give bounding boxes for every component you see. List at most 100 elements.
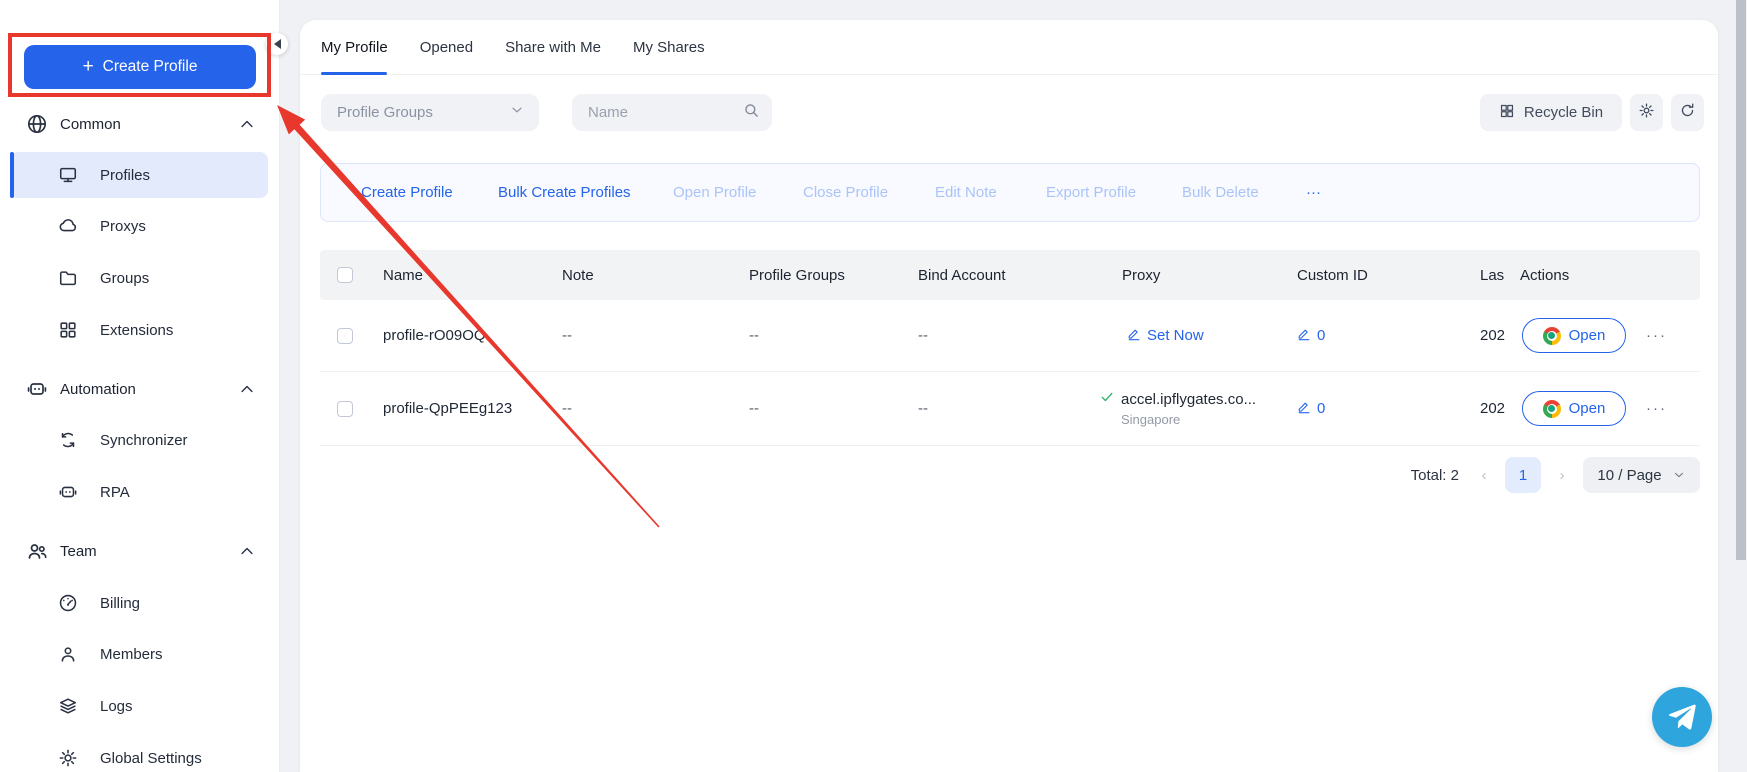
team-icon bbox=[26, 540, 48, 562]
active-tab-indicator bbox=[321, 72, 387, 75]
name-search-field bbox=[572, 94, 772, 131]
select-all-checkbox-cell bbox=[337, 250, 353, 300]
action-export-profile[interactable]: Export Profile bbox=[1046, 164, 1136, 221]
gear-icon bbox=[58, 748, 78, 768]
search-icon[interactable] bbox=[743, 102, 760, 124]
chevron-down-icon bbox=[509, 102, 525, 123]
action-more[interactable]: ··· bbox=[1306, 164, 1321, 221]
page-number-button[interactable]: 1 bbox=[1505, 457, 1541, 493]
chevron-up-icon bbox=[238, 115, 256, 133]
monitor-icon bbox=[58, 165, 78, 185]
row-checkbox[interactable] bbox=[337, 401, 353, 417]
open-button-label: Open bbox=[1569, 400, 1606, 417]
prev-page-button[interactable]: ‹ bbox=[1477, 467, 1491, 484]
sidebar-item-profiles[interactable]: Profiles bbox=[10, 152, 268, 198]
person-icon bbox=[58, 644, 78, 664]
sidebar-item-rpa[interactable]: RPA bbox=[10, 469, 268, 515]
sidebar-item-global-settings[interactable]: Global Settings bbox=[10, 735, 268, 772]
set-proxy-label: Set Now bbox=[1147, 327, 1204, 344]
scrollbar-track[interactable] bbox=[1722, 0, 1747, 772]
next-page-button[interactable]: › bbox=[1555, 467, 1569, 484]
sidebar-group-team[interactable]: Team bbox=[0, 528, 280, 574]
pencil-icon bbox=[1297, 400, 1311, 418]
action-open-profile[interactable]: Open Profile bbox=[673, 164, 756, 221]
tab-share-with-me[interactable]: Share with Me bbox=[505, 39, 601, 56]
sidebar-group-automation[interactable]: Automation bbox=[0, 366, 280, 412]
table-row: profile-rO09OQ -- -- -- Set Now 0 202 Op… bbox=[320, 300, 1700, 372]
custom-id-value: 0 bbox=[1317, 327, 1325, 344]
telegram-button[interactable] bbox=[1652, 687, 1712, 747]
robot-icon bbox=[26, 378, 48, 400]
row-checkbox-cell bbox=[337, 372, 353, 445]
sidebar-item-label: Members bbox=[100, 646, 163, 663]
check-icon bbox=[1100, 390, 1114, 408]
column-header-bind-account: Bind Account bbox=[918, 250, 1006, 300]
cell-proxy: accel.ipflygates.co... Singapore bbox=[1100, 372, 1256, 445]
sidebar-item-synchronizer[interactable]: Synchronizer bbox=[10, 417, 268, 463]
sidebar-item-logs[interactable]: Logs bbox=[10, 683, 268, 729]
open-profile-button[interactable]: Open bbox=[1522, 318, 1626, 353]
action-edit-note[interactable]: Edit Note bbox=[935, 164, 997, 221]
tab-my-profile[interactable]: My Profile bbox=[321, 39, 388, 56]
row-checkbox-cell bbox=[337, 300, 353, 371]
create-profile-label: Create Profile bbox=[103, 58, 198, 76]
folder-icon bbox=[58, 268, 78, 288]
sidebar-group-common[interactable]: Common bbox=[0, 101, 280, 147]
custom-id-link[interactable]: 0 bbox=[1297, 327, 1325, 345]
sidebar-item-label: RPA bbox=[100, 484, 130, 501]
row-more-button[interactable]: ··· bbox=[1646, 372, 1667, 445]
action-bulk-create-profiles[interactable]: Bulk Create Profiles bbox=[498, 164, 631, 221]
sidebar-item-label: Global Settings bbox=[100, 750, 202, 767]
profile-groups-select[interactable]: Profile Groups bbox=[321, 94, 539, 131]
cell-bind-account: -- bbox=[918, 300, 928, 371]
main-content: My Profile Opened Share with Me My Share… bbox=[300, 20, 1718, 772]
open-button-label: Open bbox=[1569, 327, 1606, 344]
sidebar-item-proxys[interactable]: Proxys bbox=[10, 203, 268, 249]
action-create-profile[interactable]: Create Profile bbox=[361, 164, 453, 221]
page-size-select[interactable]: 10 / Page bbox=[1583, 457, 1700, 493]
recycle-bin-button[interactable]: Recycle Bin bbox=[1480, 94, 1622, 131]
sidebar-item-billing[interactable]: Billing bbox=[10, 580, 268, 626]
tab-my-shares[interactable]: My Shares bbox=[633, 39, 705, 56]
table-header: Name Note Profile Groups Bind Account Pr… bbox=[320, 250, 1700, 300]
layers-icon bbox=[58, 696, 78, 716]
cell-profile-groups: -- bbox=[749, 372, 759, 445]
cell-last-open: 202 bbox=[1480, 300, 1515, 371]
action-bulk-delete[interactable]: Bulk Delete bbox=[1182, 164, 1259, 221]
cell-note: -- bbox=[562, 300, 572, 371]
column-header-name: Name bbox=[383, 250, 423, 300]
sidebar-item-label: Groups bbox=[100, 270, 149, 287]
scrollbar-thumb[interactable] bbox=[1736, 0, 1746, 560]
refresh-button[interactable] bbox=[1671, 94, 1704, 131]
open-profile-button[interactable]: Open bbox=[1522, 391, 1626, 426]
table-settings-button[interactable] bbox=[1630, 94, 1663, 131]
tab-opened[interactable]: Opened bbox=[420, 39, 473, 56]
telegram-plane-icon bbox=[1667, 702, 1697, 732]
sidebar-collapse-button[interactable] bbox=[266, 33, 288, 55]
sidebar-item-extensions[interactable]: Extensions bbox=[10, 307, 268, 353]
proxy-host: accel.ipflygates.co... bbox=[1121, 391, 1256, 408]
sidebar-group-label: Automation bbox=[60, 381, 136, 398]
row-more-button[interactable]: ··· bbox=[1646, 300, 1667, 371]
triangle-left-icon bbox=[274, 39, 281, 49]
set-proxy-link[interactable]: Set Now bbox=[1127, 327, 1204, 345]
name-search-input[interactable] bbox=[588, 104, 743, 121]
cell-custom-id: 0 bbox=[1297, 372, 1325, 445]
row-checkbox[interactable] bbox=[337, 328, 353, 344]
table-row: profile-QpPEEg123 -- -- -- accel.ipflyga… bbox=[320, 372, 1700, 446]
select-all-checkbox[interactable] bbox=[337, 267, 353, 283]
sidebar: + Create Profile Common Profiles Proxys bbox=[0, 0, 280, 772]
refresh-icon bbox=[1679, 102, 1696, 123]
sidebar-item-members[interactable]: Members bbox=[10, 631, 268, 677]
custom-id-link[interactable]: 0 bbox=[1297, 400, 1325, 418]
cell-note: -- bbox=[562, 372, 572, 445]
robot-icon bbox=[58, 482, 78, 502]
create-profile-button[interactable]: + Create Profile bbox=[24, 45, 256, 89]
recycle-grid-icon bbox=[1499, 103, 1515, 123]
action-close-profile[interactable]: Close Profile bbox=[803, 164, 888, 221]
app-window: + Create Profile Common Profiles Proxys bbox=[0, 0, 1747, 772]
chevron-down-icon bbox=[1672, 468, 1686, 482]
chevron-up-icon bbox=[238, 380, 256, 398]
sidebar-item-groups[interactable]: Groups bbox=[10, 255, 268, 301]
pagination: Total: 2 ‹ 1 › 10 / Page bbox=[1411, 457, 1700, 493]
